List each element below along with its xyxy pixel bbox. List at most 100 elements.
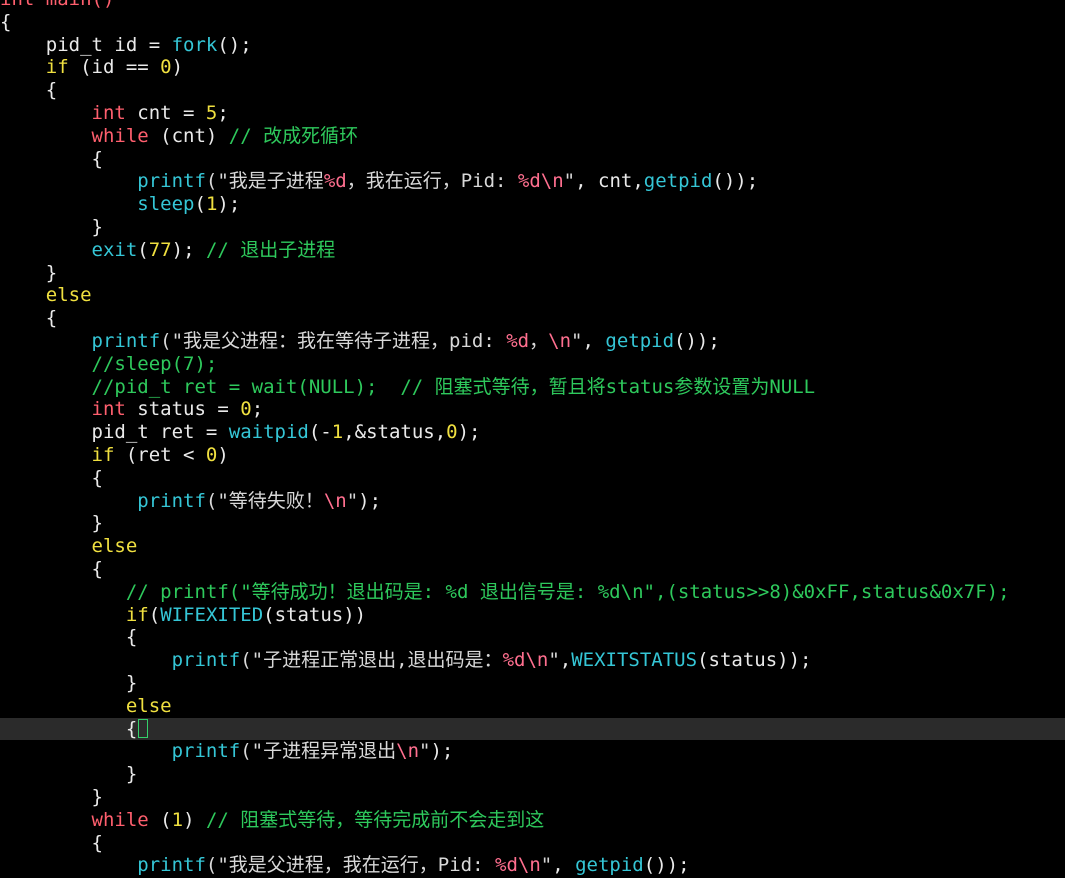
code-line[interactable]: }	[0, 512, 1065, 535]
code-token: //sleep(7);	[91, 352, 218, 375]
code-line[interactable]: {	[0, 558, 1065, 581]
code-token: ("子进程正常退出,退出码是：	[240, 649, 503, 672]
code-line[interactable]: if (ret < 0)	[0, 444, 1065, 467]
code-line[interactable]: printf("等待失败！\n");	[0, 490, 1065, 513]
code-token: 77	[148, 238, 172, 261]
code-token: ,	[552, 854, 576, 877]
code-token: (status));	[697, 649, 812, 672]
code-token: 0	[160, 56, 172, 79]
code-line[interactable]: {	[0, 307, 1065, 330]
code-token: %d\n	[517, 170, 564, 193]
code-token: ;	[251, 398, 264, 421]
code-line[interactable]: {	[0, 467, 1065, 490]
code-token: (ret <	[114, 444, 206, 466]
code-token: sleep	[137, 193, 195, 216]
code-token: ("子进程异常退出	[240, 740, 397, 763]
code-line[interactable]: pid_t ret = waitpid(-1,&status,0);	[0, 421, 1065, 444]
code-token: ());	[643, 854, 690, 877]
code-token: ,	[559, 649, 572, 672]
code-line-current[interactable]: {	[0, 717, 1065, 741]
code-line[interactable]: printf("子进程正常退出,退出码是：%d\n",WEXITSTATUS(s…	[0, 649, 1065, 672]
code-line[interactable]: else	[0, 284, 1065, 307]
code-line[interactable]: else	[0, 535, 1065, 558]
code-line[interactable]: int main()	[0, 0, 1065, 11]
code-line[interactable]: if(WIFEXITED(status))	[0, 604, 1065, 627]
code-token: // 退出子进程	[205, 238, 336, 261]
code-token: \n	[396, 740, 420, 763]
code-token: \n	[323, 489, 347, 512]
code-token: "	[346, 489, 359, 512]
code-token: if	[45, 56, 69, 79]
code-token: getpid	[605, 330, 675, 352]
code-token: if	[125, 603, 149, 626]
code-line[interactable]: while (cnt) // 改成死循环	[0, 125, 1065, 148]
code-token: %d\n	[495, 854, 541, 877]
code-token: cnt =	[125, 102, 206, 124]
code-token: ,	[582, 330, 606, 352]
code-token: );	[457, 421, 481, 444]
code-token: (	[194, 193, 206, 216]
code-line[interactable]: int status = 0;	[0, 398, 1065, 421]
code-line[interactable]: //pid_t ret = wait(NULL); // 阻塞式等待，暂且将st…	[0, 376, 1065, 399]
code-token: getpid	[643, 170, 713, 193]
code-token: }	[0, 786, 103, 808]
code-token: 0	[240, 398, 252, 421]
code-line[interactable]: int cnt = 5;	[0, 102, 1065, 125]
code-line[interactable]: if (id == 0)	[0, 56, 1065, 79]
code-token: );	[430, 740, 454, 763]
code-line[interactable]: }	[0, 262, 1065, 285]
code-token: int	[91, 398, 126, 421]
code-token: WIFEXITED	[160, 603, 264, 626]
code-line[interactable]: printf("子进程异常退出\n");	[0, 740, 1065, 763]
code-token: (	[148, 603, 161, 626]
code-line[interactable]: }	[0, 672, 1065, 695]
code-token: ，	[529, 330, 549, 352]
code-line[interactable]: printf("我是父进程，我在运行，Pid: %d\n", getpid())…	[0, 854, 1065, 877]
code-token: 0	[205, 444, 218, 466]
code-token: (-	[308, 421, 332, 444]
code-token: // printf("等待成功！退出码是: %d 退出信号是: %d\n",(s…	[125, 580, 1010, 603]
code-token: pid_t id =	[0, 33, 172, 56]
code-line[interactable]: }	[0, 763, 1065, 786]
code-line[interactable]: {	[0, 79, 1065, 102]
code-token: "	[540, 854, 553, 877]
code-token: ,&status,	[343, 421, 447, 444]
code-token: printf	[137, 854, 206, 877]
code-editor[interactable]: int main(){ pid_t id = fork(); if (id ==…	[0, 0, 1065, 878]
code-line[interactable]: }	[0, 216, 1065, 239]
code-line[interactable]: {	[0, 148, 1065, 171]
code-line[interactable]: printf("我是父进程：我在等待子进程，pid: %d，\n", getpi…	[0, 330, 1065, 353]
code-line[interactable]: pid_t id = fork();	[0, 34, 1065, 57]
code-token: if	[91, 444, 115, 466]
code-line[interactable]: while (1) // 阻塞式等待，等待完成前不会走到这	[0, 809, 1065, 832]
code-token: ();	[217, 33, 252, 56]
code-token: fork	[171, 33, 218, 56]
code-line[interactable]: }	[0, 786, 1065, 809]
code-line[interactable]: // printf("等待成功！退出码是: %d 退出信号是: %d\n",(s…	[0, 581, 1065, 604]
code-line[interactable]: else	[0, 695, 1065, 718]
code-token: exit	[91, 238, 138, 261]
code-line[interactable]: printf("我是子进程%d，我在运行，Pid: %d\n", cnt,get…	[0, 170, 1065, 193]
code-token: %d	[323, 170, 347, 193]
code-line[interactable]: {	[0, 11, 1065, 34]
code-line[interactable]: //sleep(7);	[0, 353, 1065, 376]
code-line[interactable]: {	[0, 626, 1065, 649]
code-token: {	[0, 626, 138, 649]
code-token: );	[217, 193, 241, 216]
code-token: // 阻塞式等待，等待完成前不会走到这	[205, 808, 545, 831]
code-token: (id ==	[68, 56, 161, 79]
code-line[interactable]: sleep(1);	[0, 193, 1065, 216]
code-line[interactable]: {	[0, 832, 1065, 855]
code-line[interactable]: exit(77); // 退出子进程	[0, 239, 1065, 262]
